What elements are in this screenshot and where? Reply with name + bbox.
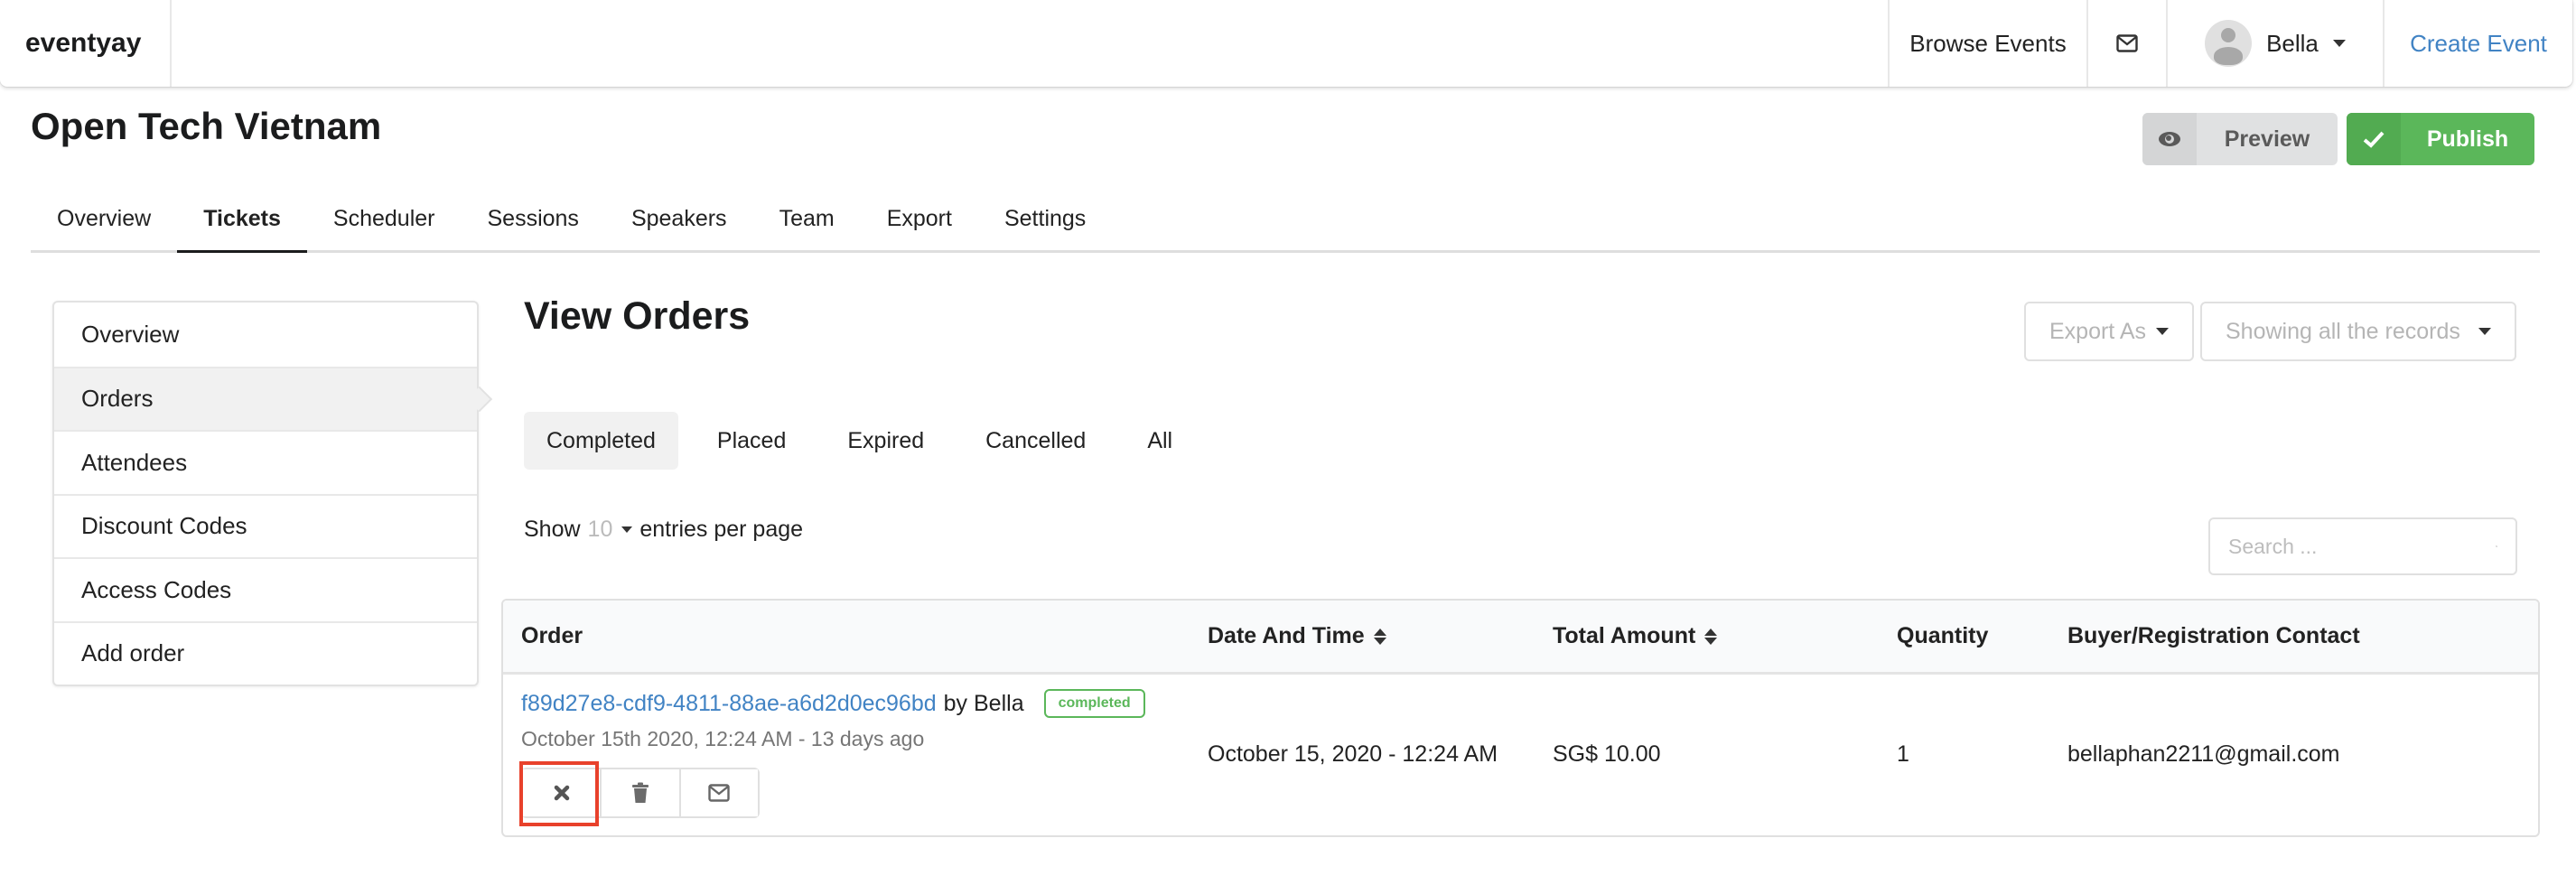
records-filter-dropdown[interactable]: Showing all the records <box>2200 302 2516 361</box>
column-header-quantity: Quantity <box>1897 623 1988 649</box>
status-tab-cancelled[interactable]: Cancelled <box>963 412 1108 470</box>
preview-button[interactable]: Preview <box>2142 113 2338 165</box>
order-actions <box>521 768 760 818</box>
publish-button[interactable]: Publish <box>2347 113 2534 165</box>
table-row: f89d27e8-cdf9-4811-88ae-a6d2d0ec96bd by … <box>503 675 2538 834</box>
status-tab-expired[interactable]: Expired <box>825 412 947 470</box>
status-tab-all[interactable]: All <box>1125 412 1195 470</box>
export-as-label: Export As <box>2049 318 2146 344</box>
tab-export[interactable]: Export <box>861 197 978 250</box>
sidebar-item-orders[interactable]: Orders <box>54 366 477 430</box>
event-tabs: Overview Tickets Scheduler Sessions Spea… <box>31 197 2540 253</box>
tab-team[interactable]: Team <box>753 197 861 250</box>
column-header-order: Order <box>521 623 583 649</box>
delete-order-button[interactable] <box>600 769 679 816</box>
entries-per-page-select[interactable]: 10 <box>588 517 633 543</box>
order-quantity: 1 <box>1897 741 1909 767</box>
order-buyer-contact: bellaphan2211@gmail.com <box>2067 741 2340 767</box>
cancel-order-button[interactable] <box>523 769 601 816</box>
status-tab-placed[interactable]: Placed <box>695 412 808 470</box>
entries-suffix-label: entries per page <box>639 517 804 542</box>
cancel-icon <box>554 785 569 801</box>
caret-down-icon <box>2156 328 2169 335</box>
top-navbar: eventyay Browse Events Bella Create Even… <box>0 0 2572 87</box>
navbar-spacer <box>172 0 1888 87</box>
browse-events-link[interactable]: Browse Events <box>1888 0 2086 87</box>
order-cell: f89d27e8-cdf9-4811-88ae-a6d2d0ec96bd by … <box>521 689 1145 718</box>
sidebar-item-overview[interactable]: Overview <box>54 303 477 367</box>
notifications-button[interactable] <box>2086 0 2166 87</box>
tab-settings[interactable]: Settings <box>978 197 1112 250</box>
create-event-link[interactable]: Create Event <box>2383 0 2572 87</box>
entries-per-page-value: 10 <box>587 517 613 542</box>
table-header: Order Date And Time Total Amount Quantit… <box>503 601 2538 675</box>
tab-scheduler[interactable]: Scheduler <box>307 197 462 250</box>
checkmark-icon <box>2363 131 2385 148</box>
publish-label: Publish <box>2426 126 2509 152</box>
resend-email-button[interactable] <box>678 769 758 816</box>
caret-down-icon <box>621 526 633 533</box>
tickets-sidebar: Overview Orders Attendees Discount Codes… <box>52 301 479 686</box>
export-as-dropdown[interactable]: Export As <box>2024 302 2194 361</box>
tab-tickets[interactable]: Tickets <box>177 197 307 253</box>
column-label: Order <box>521 623 583 648</box>
order-created-time: October 15th 2020, 12:24 AM - 13 days ag… <box>521 727 925 750</box>
orders-table: Order Date And Time Total Amount Quantit… <box>501 599 2540 837</box>
page-heading: View Orders <box>524 294 751 338</box>
sort-icon[interactable] <box>1373 628 1386 645</box>
brand-logo[interactable]: eventyay <box>0 0 172 87</box>
search-icon[interactable] <box>2496 536 2497 557</box>
records-filter-label: Showing all the records <box>2226 318 2460 344</box>
column-label: Date And Time <box>1208 623 1365 648</box>
column-header-date-time[interactable]: Date And Time <box>1208 623 1386 649</box>
sidebar-item-attendees[interactable]: Attendees <box>54 430 477 494</box>
column-label: Total Amount <box>1553 623 1696 648</box>
tab-overview[interactable]: Overview <box>31 197 177 250</box>
user-menu-dropdown[interactable]: Bella <box>2166 0 2383 87</box>
order-total-amount: SG$ 10.00 <box>1553 741 1661 767</box>
entries-per-page: Show 10 entries per page <box>524 517 803 543</box>
caret-down-icon <box>2478 328 2491 335</box>
caret-down-icon <box>2332 40 2346 47</box>
avatar <box>2205 20 2253 67</box>
order-buyer: by Bella <box>943 690 1024 716</box>
search-input[interactable] <box>2228 534 2496 559</box>
sort-icon[interactable] <box>1704 628 1718 645</box>
order-date-time: October 15, 2020 - 12:24 AM <box>1208 741 1498 767</box>
tab-sessions[interactable]: Sessions <box>461 197 604 250</box>
eye-icon <box>2159 132 2180 146</box>
column-header-buyer-contact: Buyer/Registration Contact <box>2067 623 2360 649</box>
entries-show-label: Show <box>524 517 581 542</box>
sidebar-item-access-codes[interactable]: Access Codes <box>54 557 477 621</box>
envelope-icon <box>2116 34 2138 52</box>
sidebar-item-discount-codes[interactable]: Discount Codes <box>54 493 477 558</box>
user-name: Bella <box>2266 29 2319 57</box>
column-label: Quantity <box>1897 623 1989 648</box>
sidebar-item-add-order[interactable]: Add order <box>54 620 477 685</box>
order-id-link[interactable]: f89d27e8-cdf9-4811-88ae-a6d2d0ec96bd <box>521 691 937 717</box>
column-label: Buyer/Registration Contact <box>2067 623 2360 648</box>
search-box <box>2208 517 2517 575</box>
column-header-total-amount[interactable]: Total Amount <box>1553 623 1718 649</box>
tab-speakers[interactable]: Speakers <box>605 197 753 250</box>
preview-label: Preview <box>2224 126 2310 152</box>
status-tab-completed[interactable]: Completed <box>524 412 678 470</box>
order-status-tabs: Completed Placed Expired Cancelled All <box>524 412 1211 470</box>
envelope-icon <box>708 784 731 802</box>
trash-icon <box>631 782 649 803</box>
status-badge: completed <box>1043 689 1145 718</box>
event-title: Open Tech Vietnam <box>31 105 382 147</box>
